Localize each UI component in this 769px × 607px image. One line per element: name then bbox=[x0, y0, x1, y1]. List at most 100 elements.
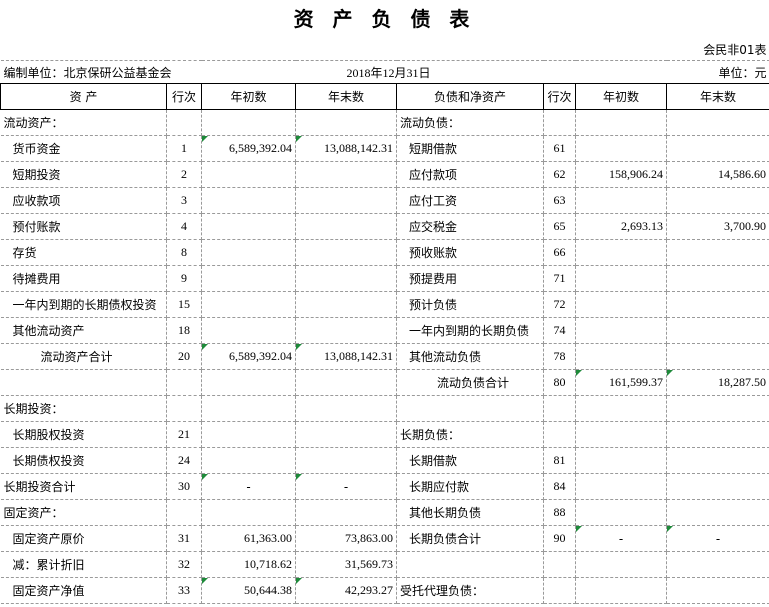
liab-end-cell bbox=[666, 317, 769, 344]
table-row: 存货 8 预收账款 66 bbox=[0, 239, 769, 266]
asset-name-cell: 应收款项 bbox=[0, 187, 167, 214]
asset-line-cell bbox=[166, 369, 202, 396]
liab-end-cell bbox=[666, 499, 769, 526]
liab-line-cell: 74 bbox=[543, 317, 576, 344]
table-row: 流动负债合计 80 161,599.37 18,287.50 bbox=[0, 369, 769, 396]
liab-name-cell: 长期应付款 bbox=[396, 473, 544, 500]
liab-end-cell bbox=[666, 109, 769, 136]
asset-begin-cell: 61,363.00 bbox=[201, 525, 296, 552]
asset-begin-cell bbox=[201, 187, 296, 214]
header-end2: 年末数 bbox=[665, 83, 769, 110]
report-date: 2018年12月31日 bbox=[346, 65, 431, 80]
liab-end-cell bbox=[666, 447, 769, 474]
form-code-row: 会民非01表 bbox=[0, 38, 769, 61]
asset-line-cell: 18 bbox=[166, 317, 202, 344]
asset-name-cell: 待摊费用 bbox=[0, 265, 167, 292]
liab-begin-cell: 161,599.37 bbox=[575, 369, 667, 396]
liab-begin-cell bbox=[575, 239, 667, 266]
asset-name-cell: 短期投资 bbox=[0, 161, 167, 188]
liab-name-cell: 应付款项 bbox=[396, 161, 544, 188]
asset-name-cell: 减：累计折旧 bbox=[0, 551, 167, 578]
unit-label: 单位：元 bbox=[718, 65, 767, 80]
header-line: 行次 bbox=[166, 83, 202, 110]
liab-line-cell bbox=[543, 551, 576, 578]
asset-end-cell bbox=[295, 447, 397, 474]
liab-end-cell bbox=[666, 551, 769, 578]
asset-end-cell bbox=[295, 317, 397, 344]
asset-begin-cell bbox=[201, 291, 296, 318]
liab-name-cell: 应交税金 bbox=[396, 213, 544, 240]
asset-line-cell: 33 bbox=[166, 577, 202, 604]
asset-begin-cell bbox=[201, 213, 296, 240]
asset-line-cell: 1 bbox=[166, 135, 202, 162]
liab-name-cell: 应付工资 bbox=[396, 187, 544, 214]
table-row: 货币资金 1 6,589,392.04 13,088,142.31 短期借款 61 bbox=[0, 135, 769, 162]
liab-begin-cell bbox=[575, 499, 667, 526]
liab-begin-cell bbox=[575, 577, 667, 604]
asset-line-cell: 31 bbox=[166, 525, 202, 552]
header-row: 资 产 行次 年初数 年末数 负债和净资产 行次 年初数 年末数 bbox=[0, 83, 769, 110]
asset-end-cell bbox=[295, 421, 397, 448]
balance-sheet: 资 产 负 债 表 会民非01表 编制单位：北京保研公益基金会 2018年12月… bbox=[0, 0, 769, 607]
liab-line-cell: 62 bbox=[543, 161, 576, 188]
table-row: 其他流动资产 18 一年内到期的长期负债 74 bbox=[0, 317, 769, 344]
asset-end-cell: 13,088,142.31 bbox=[295, 135, 397, 162]
table-row: 待摊费用 9 预提费用 71 bbox=[0, 265, 769, 292]
liab-line-cell: 78 bbox=[543, 343, 576, 370]
liab-name-cell: 其他长期负债 bbox=[396, 499, 544, 526]
liab-begin-cell bbox=[575, 473, 667, 500]
liab-line-cell bbox=[543, 109, 576, 136]
table-row: 长期投资合计 30- - 长期应付款 84 bbox=[0, 473, 769, 500]
asset-begin-cell bbox=[201, 421, 296, 448]
liab-name-cell: 受托代理负债： bbox=[396, 577, 544, 604]
table-row: 预付账款 4 应交税金 65 2,693.13 3,700.90 bbox=[0, 213, 769, 240]
asset-end-cell: - bbox=[295, 473, 397, 500]
asset-begin-cell bbox=[201, 499, 296, 526]
liab-end-cell bbox=[666, 187, 769, 214]
asset-begin-cell bbox=[201, 239, 296, 266]
liab-end-cell bbox=[666, 395, 769, 422]
asset-begin-cell: - bbox=[201, 473, 296, 500]
table-body: 流动资产： 流动负债： 货币资金 1 6,589,392.04 13,088,142.31… bbox=[0, 109, 769, 604]
asset-end-cell: 73,863.00 bbox=[295, 525, 397, 552]
asset-begin-cell: 6,589,392.04 bbox=[201, 135, 296, 162]
liab-line-cell: 61 bbox=[543, 135, 576, 162]
liab-end-cell bbox=[666, 239, 769, 266]
liab-begin-cell bbox=[575, 551, 667, 578]
liab-end-cell bbox=[666, 135, 769, 162]
asset-end-cell bbox=[295, 499, 397, 526]
asset-end-cell bbox=[295, 213, 397, 240]
liab-name-cell: 长期借款 bbox=[396, 447, 544, 474]
asset-begin-cell bbox=[201, 109, 296, 136]
table-row: 固定资产原价 31 61,363.00 73,863.00 长期负债合计 90- - bbox=[0, 525, 769, 552]
asset-line-cell: 15 bbox=[166, 291, 202, 318]
liab-name-cell: 预提费用 bbox=[396, 265, 544, 292]
table-row: 固定资产： 其他长期负债 88 bbox=[0, 499, 769, 526]
table-row: 减：累计折旧 32 10,718.62 31,569.73 bbox=[0, 551, 769, 578]
asset-name-cell: 流动资产合计 bbox=[0, 343, 167, 370]
asset-begin-cell: 50,644.38 bbox=[201, 577, 296, 604]
table-row: 长期债权投资 24 长期借款 81 bbox=[0, 447, 769, 474]
liab-line-cell: 71 bbox=[543, 265, 576, 292]
liab-begin-cell: 158,906.24 bbox=[575, 161, 667, 188]
liab-begin-cell bbox=[575, 395, 667, 422]
table-row: 流动资产合计 20 6,589,392.04 13,088,142.31 其他流动负债 7… bbox=[0, 343, 769, 370]
liab-begin-cell bbox=[575, 421, 667, 448]
asset-name-cell: 存货 bbox=[0, 239, 167, 266]
liab-end-cell: 18,287.50 bbox=[666, 369, 769, 396]
table-row: 应收款项 3 应付工资 63 bbox=[0, 187, 769, 214]
liab-end-cell bbox=[666, 421, 769, 448]
asset-begin-cell: 6,589,392.04 bbox=[201, 343, 296, 370]
liab-line-cell: 90 bbox=[543, 525, 576, 552]
liab-begin-cell: - bbox=[575, 525, 667, 552]
liab-begin-cell bbox=[575, 447, 667, 474]
asset-begin-cell bbox=[201, 161, 296, 188]
asset-end-cell bbox=[295, 395, 397, 422]
liab-line-cell: 65 bbox=[543, 213, 576, 240]
liab-begin-cell bbox=[575, 317, 667, 344]
asset-name-cell bbox=[0, 369, 167, 396]
liab-name-cell: 长期负债合计 bbox=[396, 525, 544, 552]
table-row: 长期投资： bbox=[0, 395, 769, 422]
liab-name-cell: 一年内到期的长期负债 bbox=[396, 317, 544, 344]
liab-end-cell bbox=[666, 577, 769, 604]
